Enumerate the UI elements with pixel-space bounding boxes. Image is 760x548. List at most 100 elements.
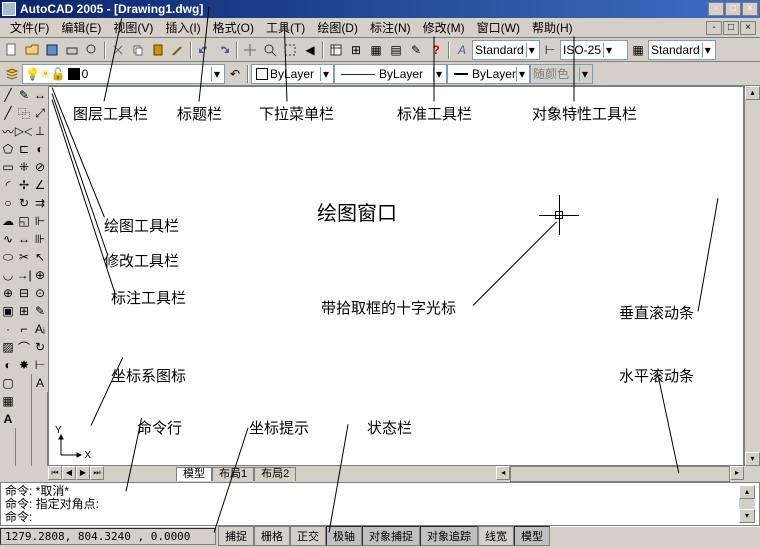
offset-icon[interactable]: ⊏ — [16, 140, 32, 158]
tab-first-icon[interactable]: ⏮ — [48, 466, 62, 480]
hatch-icon[interactable]: ▨ — [0, 338, 16, 356]
array-icon[interactable]: ⁜ — [16, 158, 32, 176]
dimordinate-icon[interactable]: ⊥ — [32, 122, 48, 140]
tab-layout2[interactable]: 布局2 — [254, 467, 296, 481]
dimangular-icon[interactable]: ∠ — [32, 176, 48, 194]
rotate-icon[interactable]: ↻ — [16, 194, 32, 212]
point-icon[interactable]: · — [0, 320, 16, 338]
circle-icon[interactable]: ○ — [0, 194, 16, 212]
revcloud-icon[interactable]: ☁ — [0, 212, 16, 230]
markup-icon[interactable]: ✎ — [406, 40, 426, 60]
sheetset-icon[interactable]: ▤ — [386, 40, 406, 60]
doc-minimize-button[interactable]: - — [706, 21, 722, 35]
menu-help[interactable]: 帮助(H) — [526, 17, 579, 38]
xline-icon[interactable]: ╱ — [0, 104, 16, 122]
tab-next-icon[interactable]: ▶ — [76, 466, 90, 480]
copy-icon[interactable] — [128, 40, 148, 60]
menu-modify[interactable]: 修改(M) — [417, 17, 471, 38]
dimaligned-icon[interactable]: ⤢ — [32, 104, 48, 122]
text-style-combo[interactable]: Standard▾ — [472, 40, 540, 60]
close-button[interactable]: × — [742, 2, 758, 16]
designcenter-icon[interactable]: ⊞ — [346, 40, 366, 60]
doc-maximize-button[interactable]: □ — [723, 21, 739, 35]
insert-icon[interactable]: ⊕ — [0, 284, 16, 302]
new-icon[interactable] — [2, 40, 22, 60]
cut-icon[interactable] — [108, 40, 128, 60]
cmd-scroll-down-icon[interactable]: ▾ — [739, 509, 755, 523]
rectangle-icon[interactable]: ▭ — [0, 158, 16, 176]
pan-icon[interactable] — [240, 40, 260, 60]
menu-format[interactable]: 格式(O) — [207, 17, 260, 38]
table-icon[interactable]: ▦ — [0, 392, 16, 410]
vertical-scrollbar[interactable]: ▴ ▾ — [744, 86, 760, 466]
layer-manager-icon[interactable] — [2, 64, 22, 84]
maximize-button[interactable]: □ — [725, 2, 741, 16]
doc-close-button[interactable]: × — [740, 21, 756, 35]
extend-icon[interactable]: →| — [16, 266, 32, 284]
ortho-toggle[interactable]: 正交 — [290, 526, 326, 546]
block-icon[interactable]: ▣ — [0, 302, 16, 320]
explode-icon[interactable]: ✸ — [16, 356, 32, 374]
dim-style-combo[interactable]: ISO-25▾ — [560, 40, 628, 60]
dimcontinue-icon[interactable]: ⊪ — [32, 230, 48, 248]
tolerance-icon[interactable]: ⊕ — [32, 266, 48, 284]
dimstyle2-icon[interactable]: ⊢ — [32, 356, 48, 374]
scroll-down-icon[interactable]: ▾ — [745, 452, 760, 466]
open-icon[interactable] — [22, 40, 42, 60]
dimbaseline-icon[interactable]: ⊩ — [32, 212, 48, 230]
stretch-icon[interactable]: ↔ — [16, 230, 32, 248]
ellipsearc-icon[interactable]: ◡ — [0, 266, 16, 284]
menu-dim[interactable]: 标注(N) — [364, 17, 417, 38]
lineweight-combo[interactable]: ByLayer▾ — [447, 64, 530, 84]
tab-layout1[interactable]: 布局1 — [212, 467, 254, 481]
menu-edit[interactable]: 编辑(E) — [55, 17, 107, 38]
menu-file[interactable]: 文件(F) — [4, 17, 55, 38]
scale-icon[interactable]: ◱ — [16, 212, 32, 230]
pline-icon[interactable]: 〰 — [0, 122, 16, 140]
erase-icon[interactable]: ✎ — [16, 86, 32, 104]
plot-icon[interactable] — [62, 40, 82, 60]
copy-obj-icon[interactable]: ⿻ — [16, 104, 32, 122]
menu-tools[interactable]: 工具(T) — [260, 17, 311, 38]
zoom-rt-icon[interactable] — [260, 40, 280, 60]
tab-model[interactable]: 模型 — [176, 467, 212, 481]
mtext-icon[interactable]: A — [0, 410, 16, 428]
coordinate-display[interactable]: 1279.2808, 804.3240 , 0.0000 — [0, 528, 216, 545]
match-icon[interactable] — [168, 40, 188, 60]
dimedit-icon[interactable]: ✎ — [32, 302, 48, 320]
ellipse-icon[interactable]: ⬭ — [0, 248, 16, 266]
grid-toggle[interactable]: 栅格 — [254, 526, 290, 546]
zoom-win-icon[interactable] — [280, 40, 300, 60]
join-icon[interactable]: ⊞ — [16, 302, 32, 320]
undo-icon[interactable] — [194, 40, 214, 60]
toolpalette-icon[interactable]: ▦ — [366, 40, 386, 60]
snap-toggle[interactable]: 捕捉 — [218, 526, 254, 546]
polar-toggle[interactable]: 极轴 — [326, 526, 362, 546]
dimradius-icon[interactable]: ◐ — [32, 140, 48, 158]
table-style-combo[interactable]: Standard▾ — [648, 40, 716, 60]
drawing-area[interactable]: 图层工具栏 标题栏 下拉菜单栏 标准工具栏 对象特性工具栏 绘图工具栏 修改工具… — [48, 86, 744, 466]
tab-prev-icon[interactable]: ◀ — [62, 466, 76, 480]
line-icon[interactable]: ╱ — [0, 86, 16, 104]
minimize-button[interactable]: - — [708, 2, 724, 16]
layer-prev-icon[interactable]: ↶ — [225, 64, 245, 84]
dimtedit-icon[interactable]: Aᵢ — [32, 320, 48, 338]
spline-icon[interactable]: ∿ — [0, 230, 16, 248]
layer-combo[interactable]: 💡 ☀ 🔓 0 ▾ — [22, 64, 225, 84]
lwt-toggle[interactable]: 线宽 — [478, 526, 514, 546]
trim-icon[interactable]: ✂ — [16, 248, 32, 266]
dimcenter-icon[interactable]: ⊙ — [32, 284, 48, 302]
gradient-icon[interactable]: ◐ — [0, 356, 16, 374]
tablestyle-icon[interactable]: ▦ — [628, 40, 648, 60]
preview-icon[interactable] — [82, 40, 102, 60]
otrack-toggle[interactable]: 对象追踪 — [420, 526, 478, 546]
model-toggle[interactable]: 模型 — [514, 526, 550, 546]
horizontal-scrollbar[interactable]: ◂ ▸ — [496, 466, 744, 482]
dimtext-icon[interactable]: A — [32, 374, 48, 392]
save-icon[interactable] — [42, 40, 62, 60]
dimstyle-icon[interactable]: ⊢ — [540, 40, 560, 60]
properties-icon[interactable] — [326, 40, 346, 60]
osnap-toggle[interactable]: 对象捕捉 — [362, 526, 420, 546]
scroll-left-icon[interactable]: ◂ — [496, 466, 510, 480]
textstyle-icon[interactable]: A — [452, 40, 472, 60]
